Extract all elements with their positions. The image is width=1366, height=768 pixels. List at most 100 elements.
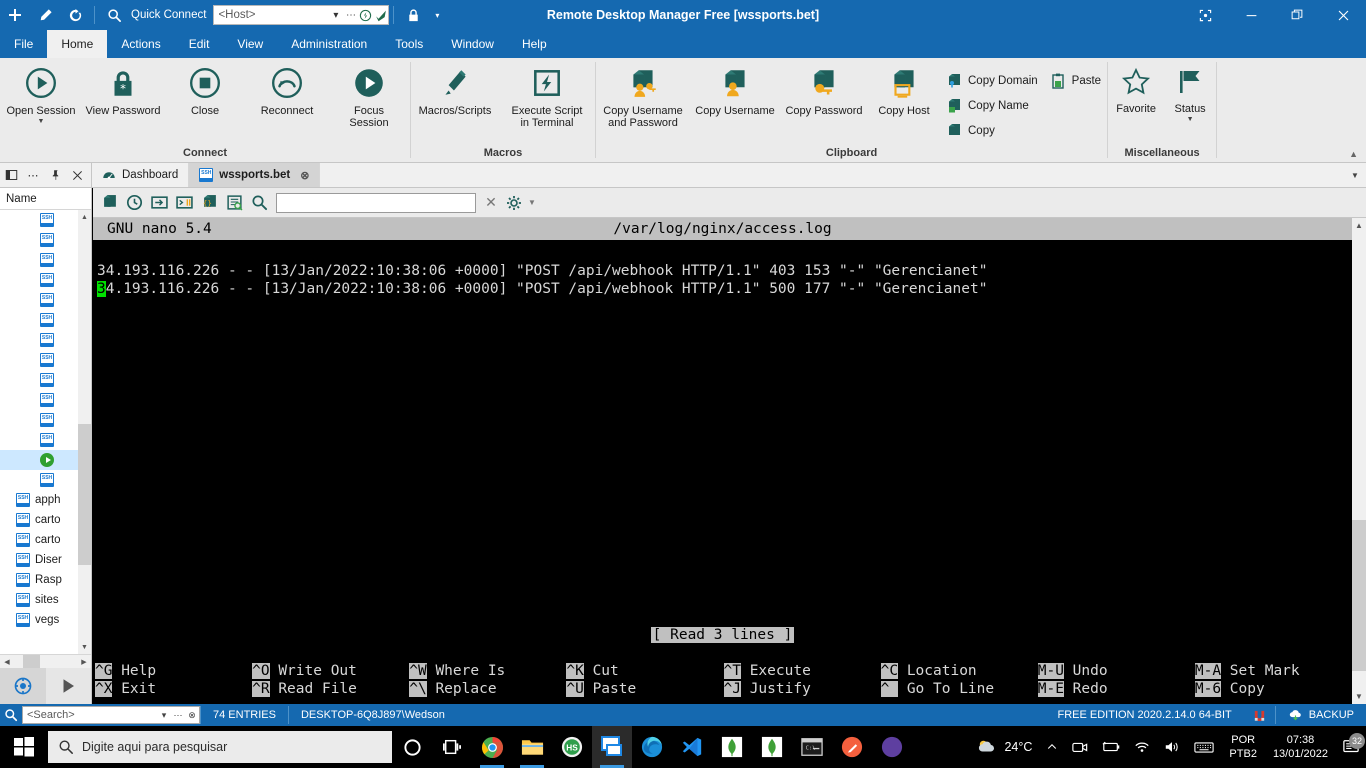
terminal-session-view[interactable]: GNU nano 5.4 /var/log/nginx/access.log 3… [93,218,1352,704]
nano-shortcut[interactable]: ^\ Replace [409,680,566,698]
notification-center-icon[interactable]: 32 [1336,733,1366,755]
macros-scripts-button[interactable]: Macros/Scripts [411,64,499,117]
sidebar-hscroll-track[interactable] [14,655,77,668]
close-icon[interactable] [1320,0,1366,30]
volume-icon[interactable] [1157,740,1187,754]
copy-domain-button[interactable]: Copy Domain [940,68,1044,93]
collapse-ribbon-button[interactable]: ▲ [1349,149,1358,159]
magnet-icon[interactable] [1244,708,1275,723]
sidebar-horizontal-scrollbar[interactable]: ◀ ▶ [0,654,91,668]
terminal-icon[interactable]: C:\ [792,726,832,768]
backup-button[interactable]: BACKUP [1274,706,1366,724]
chevron-down-icon[interactable]: ▾ [157,710,171,721]
send-keys-icon[interactable] [147,190,172,215]
reconnect-button[interactable]: Reconnect [246,64,328,117]
postman-icon[interactable] [832,726,872,768]
cortana-icon[interactable] [392,726,432,768]
copy-button[interactable]: Copy [940,118,1044,143]
gear-icon[interactable] [501,190,526,215]
app-purple-icon[interactable] [872,726,912,768]
focus-session-button[interactable]: Focus Session [328,64,410,129]
hubspot-icon[interactable]: HS [552,726,592,768]
log-search-icon[interactable] [222,190,247,215]
nano-shortcut[interactable]: ^X Exit [95,680,252,698]
menu-item-home[interactable]: Home [47,30,108,58]
file-explorer-icon[interactable] [512,726,552,768]
mongodb-compass-icon[interactable] [712,726,752,768]
menu-item-help[interactable]: Help [508,30,561,58]
chevron-down-icon[interactable]: ▾ [328,6,343,24]
terminal-scroll-thumb[interactable] [1352,520,1366,671]
menu-item-window[interactable]: Window [437,30,508,58]
sidebar-scroll-thumb[interactable] [78,423,91,566]
copy-username-button[interactable]: Copy Username [690,64,780,117]
execute-script-terminal-button[interactable]: Execute Script in Terminal [499,64,595,129]
tab-wssports-bet[interactable]: wssports.bet ⊗ [189,163,321,187]
remote-desktop-manager-icon[interactable] [592,726,632,768]
gear-dropdown-icon[interactable]: ▼ [526,198,538,207]
run-icon[interactable] [46,668,92,704]
search-icon[interactable] [247,190,272,215]
menu-item-view[interactable]: View [223,30,277,58]
session-settings-icon[interactable] [0,668,46,704]
weather-widget[interactable]: 24°C [969,738,1039,756]
scroll-up-icon[interactable]: ▲ [78,210,91,224]
favorite-button[interactable]: Favorite [1108,64,1164,115]
language-indicator[interactable]: POR PTB2 [1221,733,1265,761]
taskbar-search-input[interactable]: Digite aqui para pesquisar [48,731,392,763]
copy-host-button[interactable]: Copy Host [868,64,940,117]
paste-button[interactable]: Paste [1044,68,1107,93]
menu-item-file[interactable]: File [0,30,47,58]
copy-name-button[interactable]: Copy Name [940,93,1044,118]
chrome-icon[interactable] [472,726,512,768]
keyboard-icon[interactable] [1187,741,1221,754]
sidebar-vertical-scrollbar[interactable]: ▲ ▼ [78,210,91,654]
panel-pin-icon[interactable] [44,163,66,187]
menu-item-edit[interactable]: Edit [175,30,224,58]
nano-shortcut[interactable]: ^O Write Out [252,662,409,680]
task-view-icon[interactable] [432,726,472,768]
restore-down-icon[interactable] [1182,0,1228,30]
panel-close-icon[interactable] [66,163,88,187]
scroll-down-icon[interactable]: ▼ [1352,689,1366,704]
chevron-down-icon[interactable]: ▼ [1187,116,1194,124]
nano-shortcut[interactable]: M-E Redo [1037,680,1195,698]
scroll-down-icon[interactable]: ▼ [78,640,91,654]
more-options-icon[interactable]: ⋯ [343,6,358,24]
terminal-scroll-track[interactable] [1352,233,1366,689]
panel-layout-icon[interactable] [0,163,22,187]
session-search-input[interactable] [276,192,476,213]
chevron-down-icon[interactable]: ▼ [38,118,45,126]
clear-icon[interactable]: ⊗ [185,710,199,721]
nano-shortcut[interactable]: ^J Justify [723,680,881,698]
wifi-icon[interactable] [1127,740,1157,754]
search-icon[interactable] [99,1,129,29]
edit-entry-button[interactable] [30,1,60,29]
lock-icon[interactable] [398,1,428,29]
status-search-input[interactable]: <Search> ▾ ⋯ ⊗ [22,706,200,724]
copy-icon[interactable] [97,190,122,215]
sidebar-tree[interactable]: apph carto carto Diser Rasp sites vegs ▲ ▼ [0,210,91,654]
copy-password-button[interactable]: Copy Password [780,64,868,117]
view-password-button[interactable]: * View Password [82,64,164,117]
sidebar-hscroll-thumb[interactable] [22,655,41,668]
nano-shortcut[interactable]: M-U Undo [1037,662,1195,680]
maximize-icon[interactable] [1274,0,1320,30]
nano-shortcut[interactable]: ^ Go To Line [880,680,1038,698]
windows-start-icon[interactable] [0,726,48,768]
status-button[interactable]: Status ▼ [1164,64,1216,124]
menu-item-administration[interactable]: Administration [277,30,381,58]
nano-shortcut[interactable]: M-6 Copy [1194,680,1352,698]
more-options-icon[interactable]: ⋯ [171,710,185,721]
vpn-icon[interactable] [358,6,373,24]
tab-close-icon[interactable]: ⊗ [300,169,309,182]
close-session-button[interactable]: Close [164,64,246,117]
clock-widget[interactable]: 07:38 13/01/2022 [1265,733,1336,761]
connect-check-icon[interactable] [373,6,388,24]
chevron-up-icon[interactable] [1039,741,1065,753]
scroll-right-icon[interactable]: ▶ [77,655,91,668]
history-icon[interactable] [122,190,147,215]
sidebar-scroll-track[interactable] [78,224,91,640]
nano-shortcut[interactable]: ^K Cut [566,662,723,680]
menu-item-tools[interactable]: Tools [381,30,437,58]
